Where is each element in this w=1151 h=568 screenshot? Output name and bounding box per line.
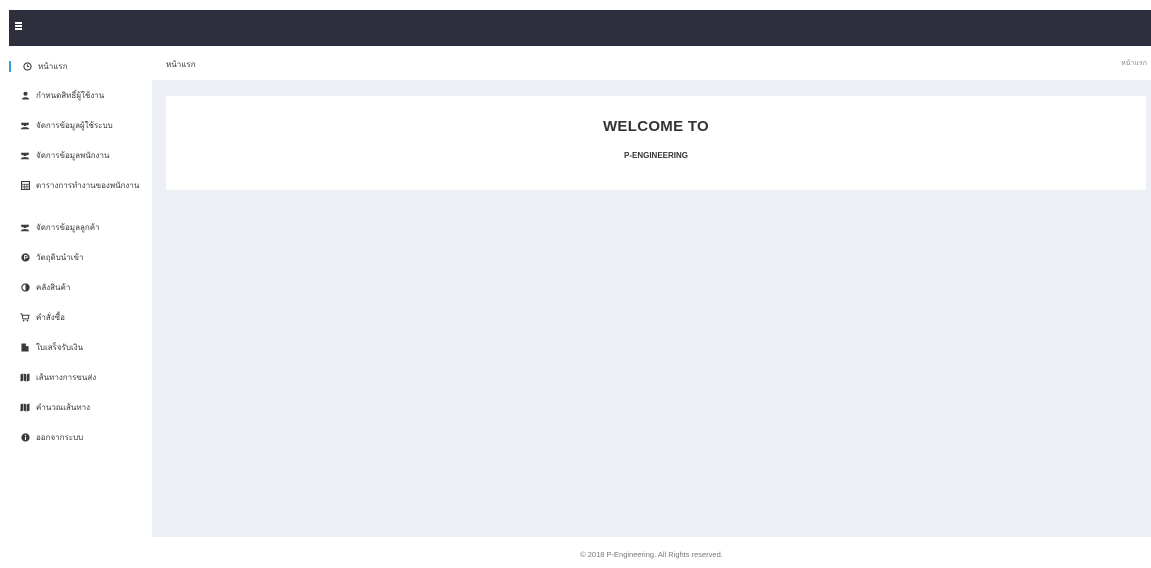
sidebar-item-label: เส้นทางการขนส่ง [36, 373, 97, 382]
footer: © 2018 P-Engineering. All Rights reserve… [152, 537, 1151, 568]
users-icon [20, 150, 30, 160]
sidebar-item-permissions[interactable]: กำหนดสิทธิ์ผู้ใช้งาน [9, 90, 152, 101]
map-icon [20, 372, 30, 382]
sidebar-item-shipping-routes[interactable]: เส้นทางการขนส่ง [9, 372, 152, 383]
sidebar-item-warehouse[interactable]: คลังสินค้า [9, 282, 152, 293]
page-title: หน้าแรก [166, 60, 196, 69]
table-icon [20, 180, 30, 190]
sidebar-item-label: ใบเสร็จรับเงิน [36, 343, 84, 352]
sidebar-item-label: จัดการข้อมูลผู้ใช้ระบบ [36, 121, 113, 130]
file-icon [20, 342, 30, 352]
main-content: หน้าแรก หน้าแรก WELCOME TO P-ENGINEERING [152, 46, 1151, 537]
sidebar-item-employee-schedule[interactable]: ตารางการทำงานของพนักงาน [9, 180, 152, 191]
cart-icon [20, 312, 30, 322]
sidebar-item-label: ตารางการทำงานของพนักงาน [36, 181, 140, 190]
sidebar-item-label: กำหนดสิทธิ์ผู้ใช้งาน [36, 91, 105, 100]
sidebar-item-employees[interactable]: จัดการข้อมูลพนักงาน [9, 150, 152, 161]
sidebar-item-label: คำนวณเส้นทาง [36, 403, 90, 412]
breadcrumb-link[interactable]: หน้าแรก [1121, 58, 1147, 69]
clock-icon [22, 61, 32, 71]
sidebar-item-orders[interactable]: คำสั่งซื้อ [9, 312, 152, 323]
sidebar-item-system-users[interactable]: จัดการข้อมูลผู้ใช้ระบบ [9, 120, 152, 131]
sidebar-item-label: จัดการข้อมูลลูกค้า [36, 223, 100, 232]
welcome-card: WELCOME TO P-ENGINEERING [166, 96, 1146, 190]
sidebar-item-label: คลังสินค้า [36, 283, 71, 292]
sidebar: หน้าแรก กำหนดสิทธิ์ผู้ใช้งาน จัดการข้อมู… [9, 46, 152, 568]
welcome-title: WELCOME TO [602, 118, 710, 135]
users-icon [20, 120, 30, 130]
sidebar-item-calculate-route[interactable]: คำนวณเส้นทาง [9, 402, 152, 413]
sidebar-item-label: จัดการข้อมูลพนักงาน [36, 151, 110, 160]
sidebar-item-customers[interactable]: จัดการข้อมูลลูกค้า [9, 222, 152, 233]
welcome-subtitle: P-ENGINEERING [623, 151, 688, 160]
sidebar-item-home[interactable]: หน้าแรก [9, 61, 152, 72]
top-navbar [9, 10, 1151, 46]
product-hunt-icon [20, 252, 30, 262]
copyright-text: © 2018 P-Engineering. All Rights reserve… [580, 550, 723, 559]
breadcrumb: หน้าแรก หน้าแรก [152, 46, 1151, 80]
hamburger-icon[interactable] [15, 22, 22, 30]
sidebar-item-label: ออกจากระบบ [36, 433, 84, 442]
user-icon [20, 90, 30, 100]
sidebar-item-receipts[interactable]: ใบเสร็จรับเงิน [9, 342, 152, 353]
sidebar-item-raw-materials[interactable]: วัตถุดิบนำเข้า [9, 252, 152, 263]
info-icon [20, 432, 30, 442]
sidebar-item-label: คำสั่งซื้อ [36, 313, 65, 322]
sidebar-item-label: วัตถุดิบนำเข้า [36, 253, 84, 262]
adjust-icon [20, 282, 30, 292]
sidebar-item-logout[interactable]: ออกจากระบบ [9, 432, 152, 443]
users-icon [20, 222, 30, 232]
map-icon [20, 402, 30, 412]
sidebar-item-label: หน้าแรก [38, 62, 68, 71]
